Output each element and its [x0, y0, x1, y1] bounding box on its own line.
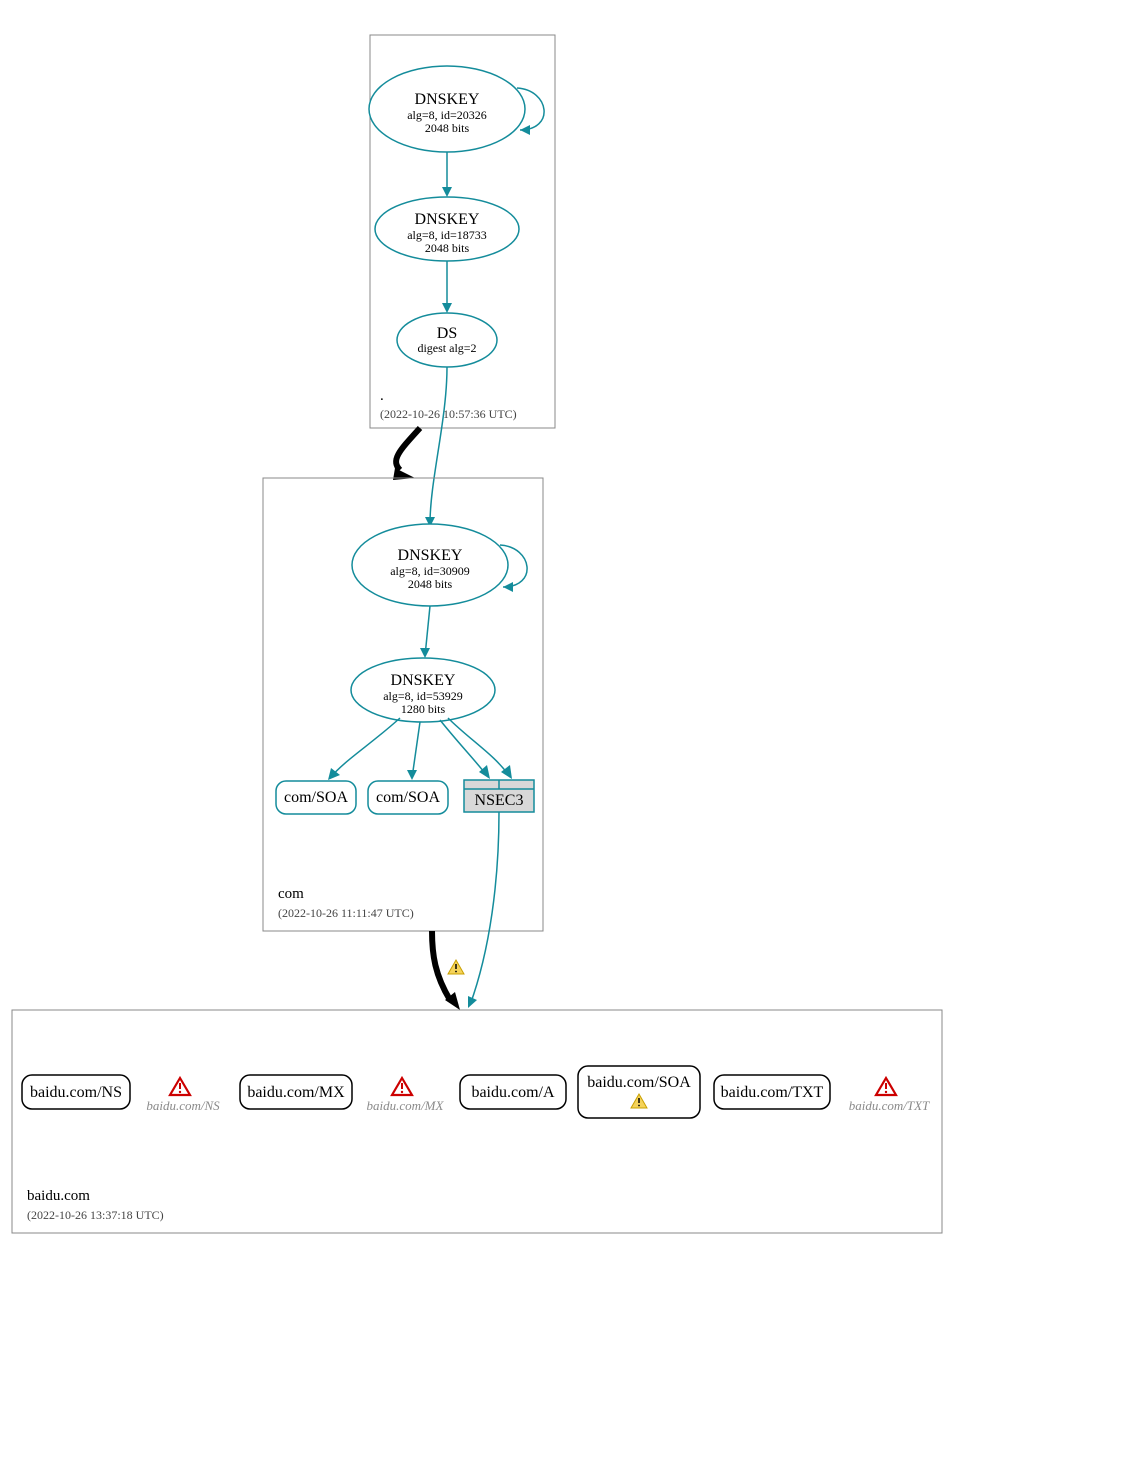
zone-root-timestamp: (2022-10-26 10:57:36 UTC) [380, 407, 517, 421]
node-baidu-ns: baidu.com/NS [22, 1075, 130, 1109]
node-baidu-ns-error [170, 1078, 190, 1095]
node-baidu-txt-error [876, 1078, 896, 1095]
zone-com-timestamp: (2022-10-26 11:11:47 UTC) [278, 906, 414, 920]
zone-baidu-name: baidu.com [27, 1188, 90, 1204]
node-com-soa2: com/SOA [368, 781, 448, 814]
node-baidu-ns-error-title: baidu.com/NS [146, 1098, 220, 1113]
node-baidu-mx-error-title: baidu.com/MX [367, 1098, 445, 1113]
node-com-nsec3: NSEC3 [464, 780, 534, 812]
node-com-soa1: com/SOA [276, 781, 356, 814]
node-baidu-a: baidu.com/A [460, 1075, 566, 1109]
node-root-ksk-title: DNSKEY [415, 91, 480, 108]
node-com-zsk-sub1: alg=8, id=53929 [383, 689, 463, 703]
node-com-ksk-sub1: alg=8, id=30909 [390, 564, 470, 578]
node-baidu-soa: baidu.com/SOA [578, 1066, 700, 1118]
node-root-ksk-sub1: alg=8, id=20326 [407, 108, 487, 122]
node-com-zsk: DNSKEY alg=8, id=53929 1280 bits [351, 658, 495, 722]
node-root-ksk-sub2: 2048 bits [425, 121, 470, 135]
zone-baidu-timestamp: (2022-10-26 13:37:18 UTC) [27, 1208, 164, 1222]
node-root-zsk-sub2: 2048 bits [425, 241, 470, 255]
node-com-soa2-title: com/SOA [376, 789, 440, 806]
dnssec-diagram: . (2022-10-26 10:57:36 UTC) DNSKEY alg=8… [0, 0, 1128, 1482]
node-baidu-a-title: baidu.com/A [471, 1084, 555, 1101]
node-com-ksk-title: DNSKEY [398, 547, 463, 564]
node-baidu-mx-title: baidu.com/MX [247, 1084, 345, 1101]
node-com-ksk-sub2: 2048 bits [408, 577, 453, 591]
node-com-nsec3-title: NSEC3 [475, 792, 524, 809]
node-baidu-mx-error [392, 1078, 412, 1095]
node-com-zsk-sub2: 1280 bits [401, 702, 446, 716]
warning-icon [448, 960, 464, 974]
node-root-ds-title: DS [437, 325, 457, 342]
node-root-zsk-title: DNSKEY [415, 211, 480, 228]
zone-root-name: . [380, 388, 384, 404]
node-baidu-txt-title: baidu.com/TXT [721, 1084, 824, 1101]
zone-com-name: com [278, 886, 304, 902]
node-baidu-mx: baidu.com/MX [240, 1075, 352, 1109]
node-com-ksk: DNSKEY alg=8, id=30909 2048 bits [352, 524, 508, 606]
node-baidu-soa-title: baidu.com/SOA [587, 1074, 691, 1091]
node-root-ds: DS digest alg=2 [397, 313, 497, 367]
node-baidu-txt: baidu.com/TXT [714, 1075, 830, 1109]
node-root-zsk-sub1: alg=8, id=18733 [407, 228, 487, 242]
node-baidu-txt-error-title: baidu.com/TXT [849, 1098, 930, 1113]
node-com-soa1-title: com/SOA [284, 789, 348, 806]
zone-baidu-box [12, 1010, 942, 1233]
node-root-ksk: DNSKEY alg=8, id=20326 2048 bits [369, 66, 525, 152]
node-root-ds-sub1: digest alg=2 [417, 341, 476, 355]
node-root-zsk: DNSKEY alg=8, id=18733 2048 bits [375, 197, 519, 261]
node-baidu-ns-title: baidu.com/NS [30, 1084, 122, 1101]
node-com-zsk-title: DNSKEY [391, 672, 456, 689]
